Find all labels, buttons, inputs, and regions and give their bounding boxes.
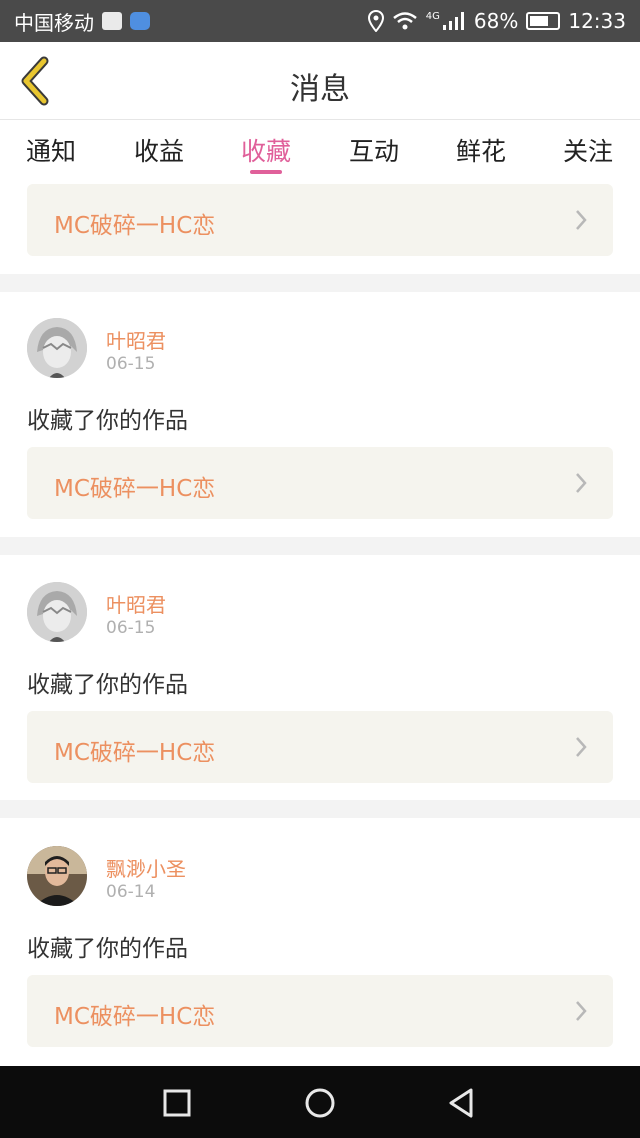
work-card[interactable]: MC破碎一HC恋	[27, 447, 613, 519]
work-card[interactable]: MC破碎一HC恋	[27, 184, 613, 256]
tab-flowers[interactable]: 鲜花	[436, 132, 526, 168]
home-icon[interactable]	[303, 1086, 337, 1120]
avatar[interactable]	[27, 846, 87, 906]
chevron-right-icon	[576, 1001, 587, 1021]
carrier-label: 中国移动	[14, 10, 94, 35]
work-card[interactable]: MC破碎一HC恋	[27, 711, 613, 783]
status-right: 4G 68% 12:33	[367, 9, 626, 33]
tab-favorites[interactable]: 收藏	[221, 132, 311, 168]
work-title: MC破碎一HC恋	[54, 1004, 216, 1030]
activity-icon	[102, 12, 122, 30]
tab-bar: 通知 收益 收藏 互动 鲜花 关注	[0, 120, 640, 182]
username[interactable]: 叶昭君	[106, 325, 166, 354]
shield-icon	[130, 12, 150, 30]
username[interactable]: 飘渺小圣	[106, 853, 186, 882]
timestamp: 06-14	[106, 882, 156, 902]
recent-apps-icon[interactable]	[160, 1086, 194, 1120]
battery-icon	[526, 12, 561, 30]
section-divider	[0, 274, 640, 292]
network-type-label: 4G	[425, 10, 440, 22]
clock: 12:33	[568, 9, 626, 33]
status-left: 中国移动	[14, 7, 150, 36]
page-title: 消息	[290, 72, 350, 107]
notification-message: 收藏了你的作品	[27, 936, 188, 962]
section-divider	[0, 537, 640, 555]
chevron-right-icon	[576, 473, 587, 493]
work-title: MC破碎一HC恋	[54, 213, 216, 239]
section-divider	[0, 800, 640, 818]
timestamp: 06-15	[106, 618, 156, 638]
tab-notifications[interactable]: 通知	[6, 132, 96, 168]
timestamp: 06-15	[106, 354, 156, 374]
app-header: 消息	[0, 42, 640, 120]
tab-earnings[interactable]: 收益	[114, 132, 204, 168]
work-title: MC破碎一HC恋	[54, 476, 216, 502]
anime-avatar-image	[27, 318, 87, 378]
chevron-right-icon	[576, 210, 587, 230]
chevron-right-icon	[576, 737, 587, 757]
username[interactable]: 叶昭君	[106, 589, 166, 618]
battery-percent: 68%	[473, 9, 519, 33]
avatar[interactable]	[27, 582, 87, 642]
status-bar: 中国移动 4G 68% 12:33	[0, 0, 640, 42]
avatar[interactable]	[27, 318, 87, 378]
tab-following[interactable]: 关注	[543, 132, 633, 168]
battery-fill	[530, 16, 549, 26]
notification-message: 收藏了你的作品	[27, 672, 188, 698]
notification-message: 收藏了你的作品	[27, 408, 188, 434]
anime-avatar-image	[27, 582, 87, 642]
back-icon[interactable]	[445, 1086, 479, 1120]
location-icon	[367, 10, 384, 32]
signal-icon	[442, 12, 464, 30]
work-card[interactable]: MC破碎一HC恋	[27, 975, 613, 1047]
work-title: MC破碎一HC恋	[54, 740, 216, 766]
active-tab-indicator	[250, 170, 282, 174]
wifi-icon	[392, 12, 417, 30]
system-nav-bar	[0, 1066, 640, 1138]
tab-interactions[interactable]: 互动	[329, 132, 419, 168]
photo-avatar-image	[27, 846, 87, 906]
